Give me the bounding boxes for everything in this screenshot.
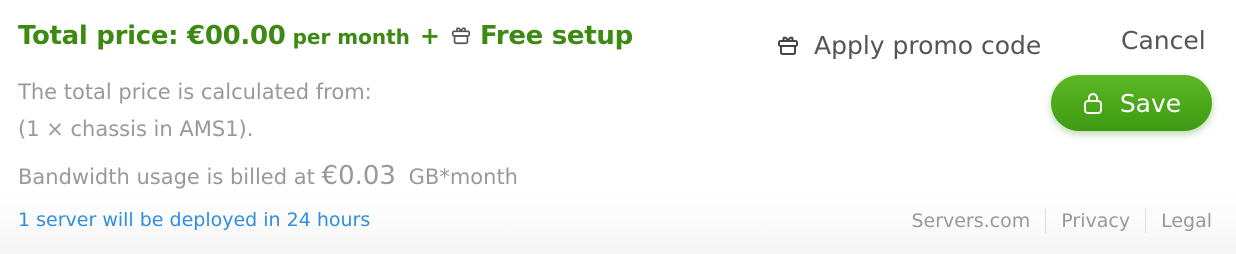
total-price: Total price: €00.00 — [18, 21, 286, 51]
price-period: per month — [292, 25, 410, 49]
lock-icon — [1083, 93, 1102, 114]
apply-promo-label: Apply promo code — [814, 30, 1042, 60]
bandwidth-unit: GB*month — [408, 165, 518, 189]
free-setup-label: Free setup — [480, 21, 633, 51]
cancel-button[interactable]: Cancel — [1121, 26, 1206, 55]
footer-divider — [1145, 209, 1147, 233]
save-button[interactable]: Save — [1051, 75, 1212, 131]
order-summary-panel: Total price: €00.00 per month + Free set… — [0, 0, 1236, 254]
deploy-note: 1 server will be deployed in 24 hours — [18, 209, 371, 231]
apply-promo-button[interactable]: Apply promo code — [776, 28, 1041, 62]
gift-icon — [778, 36, 798, 55]
footer-link-legal[interactable]: Legal — [1161, 210, 1212, 232]
bandwidth-billing: Bandwidth usage is billed at €0.03 GB*mo… — [18, 161, 518, 191]
footer-link-servers[interactable]: Servers.com — [911, 210, 1030, 232]
footer-divider — [1045, 209, 1047, 233]
plus-sign: + — [419, 22, 440, 50]
save-label: Save — [1119, 88, 1182, 118]
footer-link-privacy[interactable]: Privacy — [1061, 210, 1130, 232]
gift-icon — [451, 27, 471, 45]
total-price-line: Total price: €00.00 per month + Free set… — [18, 21, 633, 57]
footer-links: Servers.com Privacy Legal — [911, 209, 1212, 233]
calc-detail: (1 × chassis in AMS1). — [18, 117, 254, 141]
calc-explanation: The total price is calculated from: — [18, 80, 372, 104]
bandwidth-prefix: Bandwidth usage is billed at — [18, 165, 315, 189]
bandwidth-price: €0.03 — [321, 161, 396, 191]
